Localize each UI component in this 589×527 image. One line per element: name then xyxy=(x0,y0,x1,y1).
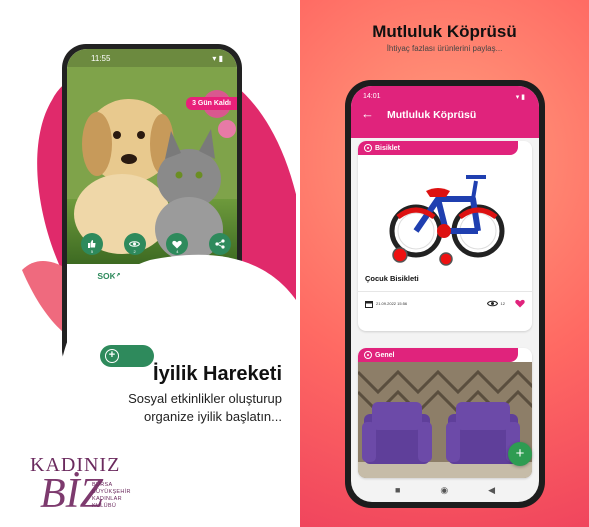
tagline-text: Sosyal etkinlikler oluşturup organize iy… xyxy=(128,391,282,424)
like-count: 5 xyxy=(90,249,94,254)
favorite-count: 4 xyxy=(176,249,179,254)
product-card[interactable]: Bisiklet Çocuk Bisikleti 21.09.2022 15:5… xyxy=(358,141,532,331)
view-button[interactable]: 2 xyxy=(123,233,146,255)
category-label: Bisiklet xyxy=(375,144,400,152)
product-date: 21.09.2022 15:56 xyxy=(376,301,408,306)
status-time: 11:55 xyxy=(91,54,111,63)
target-icon xyxy=(364,144,372,152)
status-icons: ▾ ▮ xyxy=(212,54,223,63)
status-icons: ▾ ▮ xyxy=(515,94,525,101)
view-count: 2 xyxy=(133,249,136,254)
puppy-kitten-photo xyxy=(67,49,237,264)
right-phone-screen: 14:01 ▾ ▮ ← Mutluluk Köprüsü Bisiklet Ço… xyxy=(351,86,539,502)
favorite-button[interactable]: 4 xyxy=(166,233,189,255)
category-label: Genel xyxy=(375,351,395,359)
logo-subtitle: BURSA BÜYÜKŞEHİR KADINLAR KULÜBÜ xyxy=(92,482,131,510)
left-phone-screen: 11:55 ▾ ▮ 3 Gün Kaldı 5 2 4 SOKAK HAYVAN… xyxy=(67,49,237,369)
heart-icon xyxy=(172,240,183,248)
kadiniz-biz-logo: KADINIZ BİZ BURSA BÜYÜKŞEHİR KADINLAR KU… xyxy=(30,452,180,522)
target-icon xyxy=(364,351,372,359)
back-icon[interactable]: ◀ xyxy=(488,485,495,496)
add-product-fab[interactable]: + xyxy=(508,442,532,466)
app-bar-title: Mutluluk Köprüsü xyxy=(387,109,477,121)
promo-subtitle: İhtiyaç fazlası ürünlerini paylaş... xyxy=(386,44,503,53)
calendar-icon xyxy=(365,300,373,308)
right-promo-panel: Mutluluk Köprüsü İhtiyaç fazlası ürünler… xyxy=(300,0,589,527)
app-bar: 14:01 ▾ ▮ ← Mutluluk Köprüsü xyxy=(351,86,539,138)
logo-line: BURSA xyxy=(92,482,113,488)
add-event-button[interactable]: + xyxy=(100,345,154,367)
heart-icon[interactable] xyxy=(515,299,525,308)
category-chip: Bisiklet xyxy=(358,141,518,155)
right-phone-mockup: 14:01 ▾ ▮ ← Mutluluk Köprüsü Bisiklet Ço… xyxy=(345,80,545,508)
stop-icon[interactable]: ■ xyxy=(395,485,400,495)
event-action-row: 5 2 4 xyxy=(81,233,231,255)
share-button[interactable] xyxy=(208,233,231,255)
right-status-bar: 14:01 ▾ ▮ xyxy=(363,93,525,101)
tagline-title: İyilik Hareketi xyxy=(153,363,282,385)
event-title: SOKAK HAYVANLARINI BESLEME ETKİNLİĞİ xyxy=(97,271,237,291)
share-icon xyxy=(215,239,225,249)
status-time: 14:01 xyxy=(363,93,381,100)
armchairs-photo xyxy=(358,362,532,478)
promo-title: Mutluluk Köprüsü xyxy=(372,22,517,41)
like-button[interactable]: 5 xyxy=(81,233,103,255)
product-card[interactable]: Genel xyxy=(358,348,532,478)
android-nav-bar: ■ ◉ ◀ xyxy=(351,478,539,502)
logo-line: BÜYÜKŞEHİR xyxy=(92,489,131,495)
eye-icon xyxy=(129,241,141,247)
left-status-bar: 11:55 ▾ ▮ xyxy=(67,49,237,67)
card-divider xyxy=(358,291,532,292)
thumbs-up-icon xyxy=(88,240,96,248)
plus-icon: + xyxy=(105,349,119,363)
bicycle-photo xyxy=(389,175,505,266)
logo-line: KADINLAR xyxy=(92,496,122,502)
product-meta-row: 21.09.2022 15:56 12 xyxy=(365,299,525,308)
logo-line: KULÜBÜ xyxy=(92,503,117,509)
back-arrow-icon[interactable]: ← xyxy=(361,106,374,121)
event-date: Etkinlik Tarihi : 26.09.2022 00: xyxy=(124,291,230,300)
left-phone-mockup: 11:55 ▾ ▮ 3 Gün Kaldı 5 2 4 SOKAK HAYVAN… xyxy=(62,44,242,374)
view-count: 12 xyxy=(500,301,505,306)
eye-icon xyxy=(486,300,498,307)
product-name: Çocuk Bisikleti xyxy=(365,274,419,283)
home-icon[interactable]: ◉ xyxy=(440,485,448,496)
left-promo-panel: 11:55 ▾ ▮ 3 Gün Kaldı 5 2 4 SOKAK HAYVAN… xyxy=(0,0,296,527)
category-chip: Genel xyxy=(358,348,518,362)
days-left-badge: 3 Gün Kaldı xyxy=(186,97,237,110)
plus-icon: + xyxy=(515,445,525,462)
